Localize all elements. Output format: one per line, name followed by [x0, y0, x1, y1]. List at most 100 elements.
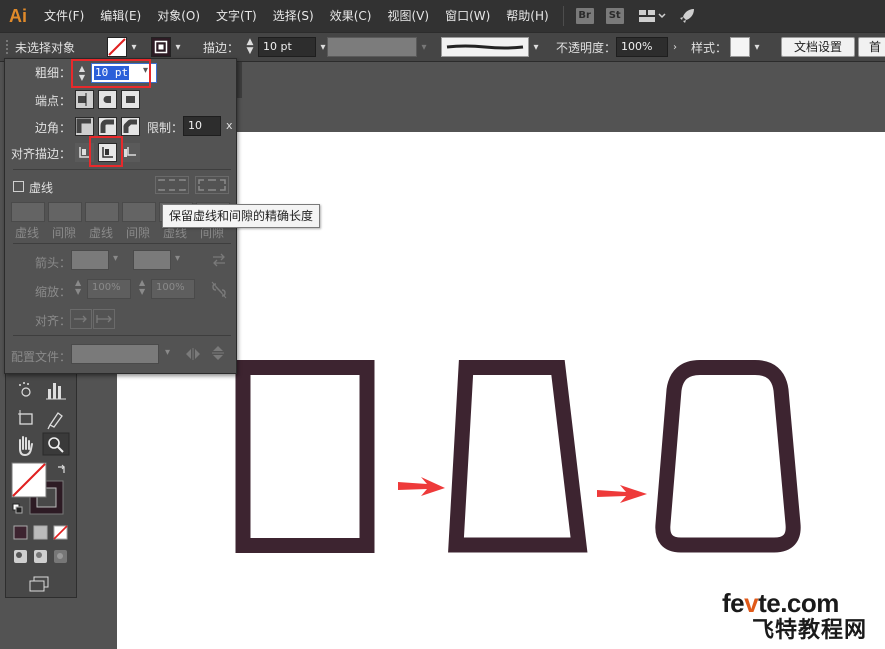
- gap-field-1[interactable]: [48, 202, 82, 222]
- draw-behind-icon[interactable]: [34, 550, 47, 563]
- panel-divider: [13, 169, 231, 170]
- arrow-align-extend-button[interactable]: [70, 309, 92, 329]
- arrow-end-select[interactable]: [133, 250, 171, 270]
- chevron-down-icon[interactable]: ▾: [165, 347, 170, 358]
- gpu-rocket-icon[interactable]: [678, 7, 696, 25]
- profile-select[interactable]: [71, 344, 159, 364]
- column-graph-icon[interactable]: [46, 383, 66, 400]
- gradient-mode-icon[interactable]: [33, 525, 48, 540]
- flip-across-icon[interactable]: [211, 345, 225, 364]
- brush-definition[interactable]: ▾: [441, 33, 543, 61]
- swap-arrow-icon[interactable]: [58, 464, 65, 473]
- fill-color-control[interactable]: ▾: [107, 33, 141, 61]
- dashed-line-checkbox[interactable]: [13, 181, 24, 192]
- align-highlight-frame: [89, 136, 123, 167]
- limit-unit: x: [226, 119, 233, 132]
- tooltip: 保留虚线和间隙的精确长度: [162, 204, 321, 228]
- hand-icon[interactable]: [19, 436, 33, 457]
- menu-bar: Ai 文件(F) 编辑(E) 对象(O) 文字(T) 选择(S) 效果(C) 视…: [0, 0, 885, 32]
- draw-inside-icon[interactable]: [54, 550, 67, 563]
- trapezoid-shape: [448, 360, 588, 553]
- app-logo: Ai: [9, 5, 27, 26]
- color-mode-icon[interactable]: [13, 525, 28, 540]
- preserve-dash-button[interactable]: [155, 176, 189, 194]
- screen-mode-icon[interactable]: [29, 576, 49, 592]
- fill-stroke-swatch[interactable]: [11, 462, 64, 515]
- menu-view[interactable]: 视图(V): [379, 0, 437, 32]
- stock-icon[interactable]: St: [605, 8, 624, 24]
- workspace-layout-icon[interactable]: [638, 8, 668, 24]
- align-dash-corners-button[interactable]: [195, 176, 229, 194]
- panel-divider: [13, 335, 231, 336]
- stepper-icon[interactable]: ▲ ▼: [139, 278, 145, 296]
- chevron-right-icon[interactable]: ›: [668, 42, 682, 53]
- style-label: 样式：: [691, 40, 728, 55]
- slice-icon[interactable]: [47, 412, 63, 430]
- menu-help[interactable]: 帮助(H): [498, 0, 556, 32]
- butt-cap-button[interactable]: [75, 90, 94, 109]
- graphic-style-control[interactable]: ▾: [730, 33, 764, 61]
- preferences-button[interactable]: 首: [858, 37, 885, 57]
- none-mode-icon[interactable]: [53, 525, 68, 540]
- menu-file[interactable]: 文件(F): [36, 0, 92, 32]
- document-setup-button[interactable]: 文档设置: [781, 37, 856, 57]
- link-scale-icon[interactable]: [211, 281, 227, 302]
- menu-object[interactable]: 对象(O): [149, 0, 208, 32]
- draw-normal-icon[interactable]: [14, 550, 27, 563]
- chevron-down-icon[interactable]: ▾: [417, 42, 431, 53]
- dashed-line-label: 虚线: [29, 181, 54, 195]
- chevron-down-icon[interactable]: ▾: [529, 42, 543, 53]
- stroke-weight-control[interactable]: ▲ ▼ 10 pt ▾: [244, 33, 330, 61]
- default-colors-icon[interactable]: [12, 503, 23, 514]
- chevron-down-icon[interactable]: ▾: [171, 42, 185, 53]
- bevel-join-button[interactable]: [121, 117, 140, 136]
- bridge-icon[interactable]: Br: [575, 8, 594, 24]
- align-outside-button[interactable]: [121, 143, 140, 162]
- menu-type[interactable]: 文字(T): [208, 0, 265, 32]
- stroke-swatch[interactable]: [151, 37, 171, 57]
- stepper-icon[interactable]: ▲ ▼: [244, 38, 256, 56]
- arrow-start-select[interactable]: [71, 250, 109, 270]
- limit-input[interactable]: 10: [183, 116, 221, 136]
- chevron-down-icon[interactable]: ▾: [175, 253, 180, 264]
- fill-none-swatch[interactable]: [107, 37, 127, 57]
- scale-end-input[interactable]: 100%: [151, 279, 195, 299]
- scale-start-input[interactable]: 100%: [87, 279, 131, 299]
- dash-label-1: 虚线: [15, 226, 40, 240]
- variable-width-profile[interactable]: ▾: [327, 33, 431, 61]
- arrowhead-label: 箭头：: [35, 256, 72, 270]
- menu-window[interactable]: 窗口(W): [437, 0, 498, 32]
- arrow-align-place-button[interactable]: [93, 309, 115, 329]
- flip-along-icon[interactable]: [185, 347, 201, 364]
- round-join-button[interactable]: [98, 117, 117, 136]
- projecting-cap-button[interactable]: [121, 90, 140, 109]
- menubar-divider: [562, 6, 564, 26]
- chevron-down-icon[interactable]: ▾: [127, 42, 141, 53]
- gap-label-2: 间隙: [126, 226, 151, 240]
- arrow-right-icon: [597, 485, 647, 503]
- opacity-input[interactable]: 100%: [616, 37, 668, 57]
- gap-field-2[interactable]: [122, 202, 156, 222]
- symbol-sprayer-icon[interactable]: [18, 381, 34, 397]
- menu-effect[interactable]: 效果(C): [322, 0, 380, 32]
- stroke-color-control[interactable]: ▾: [151, 33, 185, 61]
- chevron-down-icon[interactable]: ▾: [113, 253, 118, 264]
- weight-label: 粗细：: [35, 66, 72, 80]
- opacity-control[interactable]: 100% ›: [616, 33, 682, 61]
- menu-select[interactable]: 选择(S): [265, 0, 322, 32]
- stepper-icon[interactable]: ▲ ▼: [75, 278, 81, 296]
- dash-field-2[interactable]: [85, 202, 119, 222]
- menu-edit[interactable]: 编辑(E): [92, 0, 149, 32]
- stroke-weight-label: 描边：: [203, 40, 240, 55]
- dash-field-1[interactable]: [11, 202, 45, 222]
- miter-join-button[interactable]: [75, 117, 94, 136]
- artboard-icon[interactable]: [18, 410, 33, 425]
- chevron-down-icon[interactable]: ▾: [750, 42, 764, 53]
- round-cap-button[interactable]: [98, 90, 117, 109]
- swap-arrowheads-icon[interactable]: [211, 253, 227, 270]
- grip-handle[interactable]: [4, 33, 10, 61]
- dash-label-2: 虚线: [89, 226, 114, 240]
- arrow-right-icon: [398, 477, 445, 496]
- zoom-icon[interactable]: [42, 432, 70, 456]
- stroke-weight-input[interactable]: 10 pt: [258, 37, 316, 57]
